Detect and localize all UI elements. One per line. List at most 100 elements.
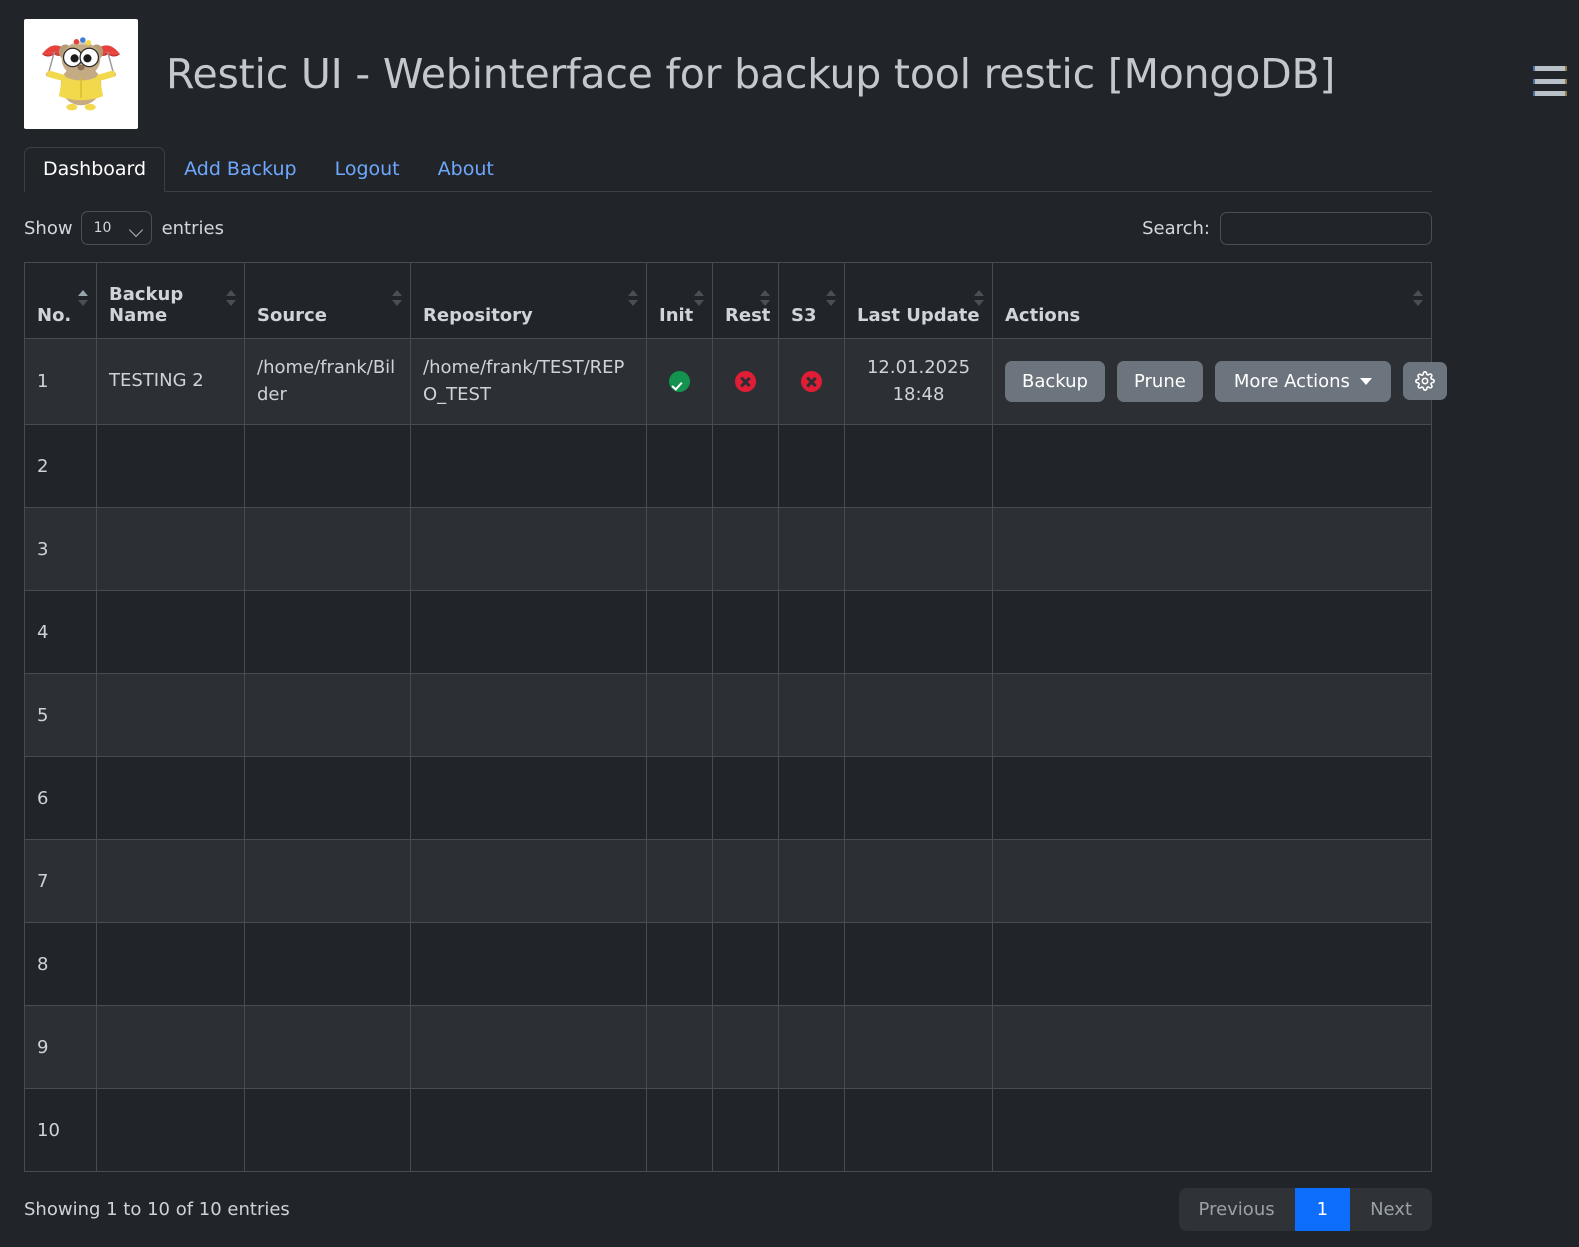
pagination: Previous 1 Next bbox=[1178, 1188, 1432, 1231]
tab-label: Dashboard bbox=[43, 158, 147, 181]
cell-rest bbox=[712, 922, 779, 1006]
table-row: 1 TESTING 2/home/frank/Bilder/home/frank/… bbox=[24, 338, 1447, 425]
cell-backup-name bbox=[96, 590, 245, 674]
cell-repository bbox=[410, 1088, 647, 1172]
sort-icon[interactable] bbox=[226, 289, 236, 312]
cell-s3 bbox=[778, 1005, 845, 1089]
tab-label: About bbox=[437, 158, 494, 181]
pagination-page-1[interactable]: 1 bbox=[1294, 1188, 1351, 1231]
sort-icon-ascending[interactable] bbox=[78, 289, 88, 312]
more-actions-dropdown[interactable]: More Actions bbox=[1214, 360, 1391, 403]
app-root: Restic UI - Webinterface for backup tool… bbox=[0, 0, 1579, 1247]
cell-s3 bbox=[778, 507, 845, 591]
column-header-source[interactable]: Source bbox=[244, 262, 411, 339]
tab-dashboard[interactable]: Dashboard bbox=[24, 147, 166, 192]
column-header-s3[interactable]: S3 bbox=[778, 262, 845, 339]
cell-no: 7 bbox=[24, 839, 97, 923]
column-label: Repository bbox=[423, 305, 533, 326]
column-header-backup-name[interactable]: Backup Name bbox=[96, 262, 245, 339]
search-input[interactable] bbox=[1220, 211, 1432, 245]
column-label: Last Update bbox=[857, 305, 980, 326]
table-controls: Show 102550100 entries Search: bbox=[24, 208, 1432, 248]
cell-actions bbox=[992, 1088, 1432, 1172]
cell-actions bbox=[992, 756, 1432, 840]
cell-no: 1 bbox=[24, 338, 97, 425]
cell-source bbox=[244, 424, 411, 508]
entries-label: entries bbox=[161, 217, 224, 239]
cell-last-update bbox=[844, 756, 993, 840]
table-header-row: No. Backup Name Source Repository Init R… bbox=[24, 262, 1432, 339]
sort-icon[interactable] bbox=[760, 289, 770, 312]
cell-init bbox=[646, 590, 713, 674]
table-body: 1 TESTING 2/home/frank/Bilder/home/frank/… bbox=[24, 338, 1447, 1172]
cell-s3 bbox=[778, 922, 845, 1006]
cell-init bbox=[646, 756, 713, 840]
sort-icon[interactable] bbox=[826, 289, 836, 312]
cell-backup-name bbox=[96, 673, 245, 757]
search-control: Search: bbox=[1142, 211, 1432, 245]
cell-actions bbox=[992, 507, 1432, 591]
table-row: 6 bbox=[24, 756, 1432, 840]
backup-button[interactable]: Backup bbox=[1005, 360, 1105, 403]
cell-s3 bbox=[778, 839, 845, 923]
cell-backup-name: TESTING 2 bbox=[96, 338, 245, 425]
cell-rest bbox=[712, 507, 779, 591]
cell-last-update bbox=[844, 922, 993, 1006]
cell-actions bbox=[992, 673, 1432, 757]
column-header-rest[interactable]: Rest bbox=[712, 262, 779, 339]
page-length-select[interactable]: 102550100 bbox=[80, 211, 152, 245]
cell-no: 8 bbox=[24, 922, 97, 1006]
tab-about[interactable]: About bbox=[419, 147, 513, 192]
cell-source bbox=[244, 922, 411, 1006]
cell-s3 bbox=[778, 756, 845, 840]
cell-rest bbox=[712, 673, 779, 757]
cell-last-update bbox=[844, 424, 993, 508]
pagination-previous[interactable]: Previous bbox=[1178, 1188, 1295, 1231]
column-header-repository[interactable]: Repository bbox=[410, 262, 647, 339]
sort-icon[interactable] bbox=[1413, 289, 1423, 312]
column-label: Source bbox=[257, 305, 327, 326]
cell-source bbox=[244, 839, 411, 923]
cell-s3 bbox=[778, 338, 845, 425]
cell-last-update bbox=[844, 673, 993, 757]
sort-icon[interactable] bbox=[392, 289, 402, 312]
table-row: 3 bbox=[24, 507, 1432, 591]
sort-icon[interactable] bbox=[628, 289, 638, 312]
column-header-no[interactable]: No. bbox=[24, 262, 97, 339]
backups-table: No. Backup Name Source Repository Init R… bbox=[24, 262, 1447, 1172]
cell-s3 bbox=[778, 1088, 845, 1172]
cell-init bbox=[646, 424, 713, 508]
tab-add-backup[interactable]: Add Backup bbox=[165, 147, 315, 192]
sort-icon[interactable] bbox=[694, 289, 704, 312]
column-header-init[interactable]: Init bbox=[646, 262, 713, 339]
prune-button[interactable]: Prune bbox=[1116, 360, 1203, 403]
app-header: Restic UI - Webinterface for backup tool… bbox=[0, 0, 1579, 132]
column-header-last-update[interactable]: Last Update bbox=[844, 262, 993, 339]
cell-rest bbox=[712, 1088, 779, 1172]
cell-repository bbox=[410, 590, 647, 674]
cell-no: 9 bbox=[24, 1005, 97, 1089]
hamburger-menu-icon[interactable] bbox=[1533, 62, 1567, 100]
table-info: Showing 1 to 10 of 10 entries bbox=[24, 1199, 290, 1220]
column-label: S3 bbox=[791, 305, 817, 326]
cell-rest bbox=[712, 1005, 779, 1089]
cell-rest bbox=[712, 839, 779, 923]
column-header-actions[interactable]: Actions bbox=[992, 262, 1432, 339]
pagination-next[interactable]: Next bbox=[1350, 1188, 1432, 1231]
cell-backup-name bbox=[96, 756, 245, 840]
cell-no: 6 bbox=[24, 756, 97, 840]
cell-backup-name bbox=[96, 1005, 245, 1089]
sort-icon[interactable] bbox=[974, 289, 984, 312]
show-label: Show bbox=[24, 217, 73, 239]
cell-no: 2 bbox=[24, 424, 97, 508]
cell-source bbox=[244, 756, 411, 840]
cell-repository bbox=[410, 839, 647, 923]
cell-init bbox=[646, 338, 713, 425]
column-label: No. bbox=[37, 305, 72, 326]
cell-s3 bbox=[778, 673, 845, 757]
cell-repository bbox=[410, 424, 647, 508]
table-row: 5 bbox=[24, 673, 1432, 757]
tab-logout[interactable]: Logout bbox=[316, 147, 419, 192]
column-label: Actions bbox=[1005, 305, 1081, 326]
settings-button[interactable] bbox=[1402, 362, 1447, 401]
